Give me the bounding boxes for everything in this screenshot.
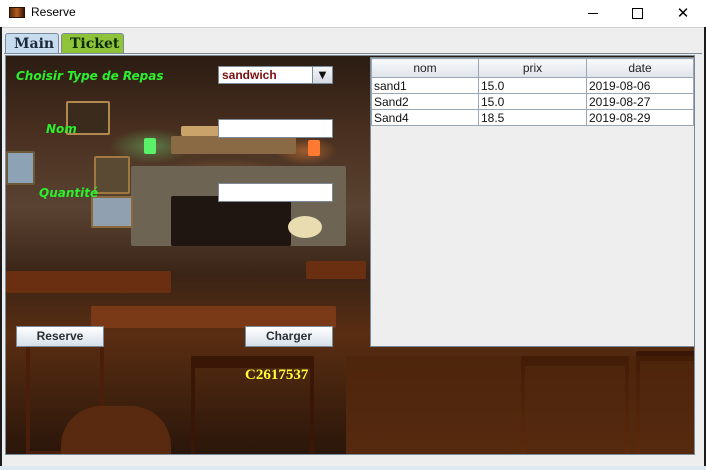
column-header-nom[interactable]: nom <box>371 58 479 78</box>
window-border-left <box>0 27 2 470</box>
minimize-icon <box>588 12 598 14</box>
maximize-icon <box>631 7 643 19</box>
background-table-center <box>91 306 336 328</box>
dropdown-button[interactable]: ▼ <box>312 67 332 83</box>
tab-strip-border <box>4 53 702 54</box>
background-picture-frame-3 <box>91 196 133 228</box>
name-label: Nom <box>46 122 77 136</box>
background-table-right <box>306 261 366 279</box>
table-cell-nom: sand1 <box>371 77 479 94</box>
load-button[interactable]: Charger <box>245 326 333 347</box>
quantity-input[interactable] <box>218 183 333 202</box>
column-header-date[interactable]: date <box>586 58 694 78</box>
table-cell-nom: Sand4 <box>371 109 479 126</box>
table-cell-nom: Sand2 <box>371 93 479 110</box>
reservations-table: nom prix date sand1 15.0 2019-08-06 Sand… <box>371 58 694 126</box>
reserve-button[interactable]: Reserve <box>16 326 104 347</box>
table-row[interactable]: Sand2 15.0 2019-08-27 <box>371 93 694 110</box>
chevron-down-icon: ▼ <box>318 69 327 81</box>
table-cell-prix: 18.5 <box>478 109 587 126</box>
title-bar: Reserve ✕ <box>0 0 706 26</box>
table-row[interactable]: Sand4 18.5 2019-08-29 <box>371 109 694 126</box>
reservations-table-panel[interactable]: nom prix date sand1 15.0 2019-08-06 Sand… <box>370 57 694 347</box>
meal-type-label: Choisir Type de Repas <box>16 69 164 83</box>
table-cell-date: 2019-08-06 <box>586 77 694 94</box>
minimize-button[interactable] <box>570 0 616 26</box>
tab-main[interactable]: Main <box>5 33 59 53</box>
background-picture-frame-4 <box>6 151 35 185</box>
background-table-left <box>6 271 171 293</box>
table-row[interactable]: sand1 15.0 2019-08-06 <box>371 77 694 94</box>
background-lamp-orange <box>308 140 320 156</box>
table-cell-date: 2019-08-29 <box>586 109 694 126</box>
main-panel: Choisir Type de Repas sandwich ▼ Nom Qua… <box>5 55 695 455</box>
quantity-label: Quantité <box>39 186 99 200</box>
close-icon: ✕ <box>676 3 690 22</box>
background-lamp-green <box>144 138 156 154</box>
close-button[interactable]: ✕ <box>660 0 706 26</box>
background-flowers <box>288 216 322 238</box>
tab-ticket[interactable]: Ticket <box>61 33 124 53</box>
background-fireplace-opening <box>171 196 291 246</box>
table-cell-date: 2019-08-27 <box>586 93 694 110</box>
table-header-row: nom prix date <box>371 58 694 78</box>
app-icon <box>9 7 25 18</box>
window-border-bottom <box>0 466 706 470</box>
window-title: Reserve <box>31 5 76 19</box>
name-input[interactable] <box>218 119 333 138</box>
reservation-code: C2617537 <box>245 367 309 383</box>
meal-type-value: sandwich <box>222 68 277 82</box>
meal-type-combobox[interactable]: sandwich ▼ <box>218 66 333 84</box>
background-chair-bottom <box>61 406 171 454</box>
background-picture-frame-2 <box>94 156 130 194</box>
background-floor <box>346 356 694 454</box>
column-header-prix[interactable]: prix <box>478 58 587 78</box>
table-cell-prix: 15.0 <box>478 93 587 110</box>
background-wall-shelf <box>171 136 296 154</box>
table-cell-prix: 15.0 <box>478 77 587 94</box>
maximize-button[interactable] <box>614 0 660 26</box>
